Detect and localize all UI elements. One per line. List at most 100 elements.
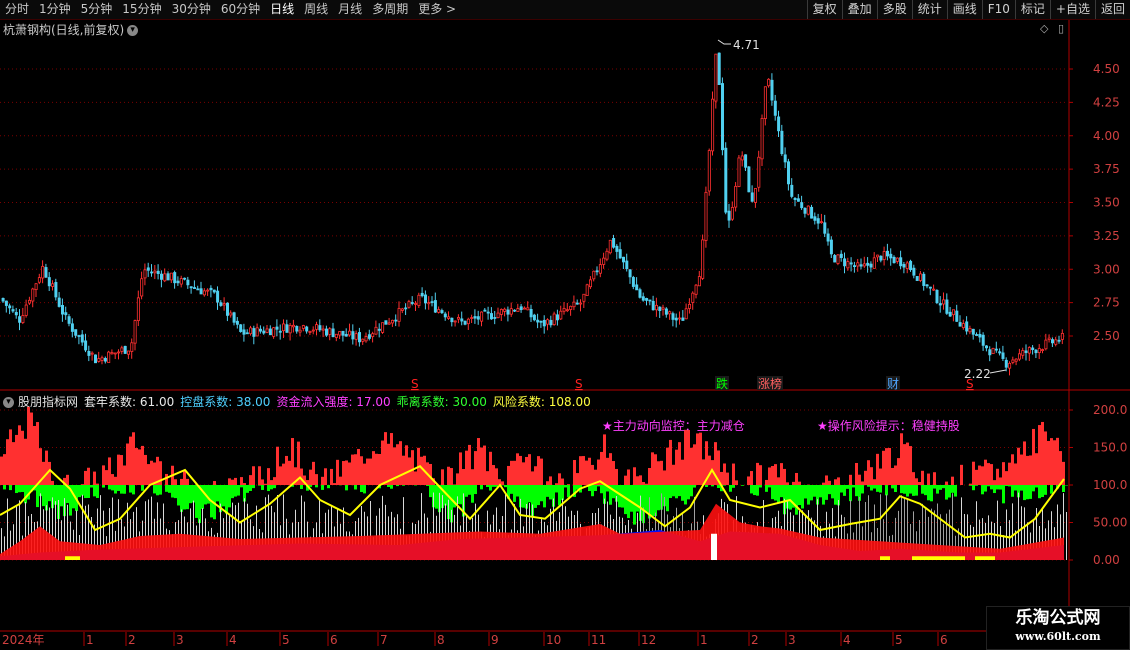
- deviation-bar-green: [237, 485, 240, 496]
- candle-body: [44, 267, 48, 278]
- risk-bar-red: [450, 468, 453, 485]
- deviation-bar-green: [561, 485, 564, 501]
- candle-body: [21, 315, 25, 323]
- deviation-bar-green: [705, 485, 708, 487]
- candle-body: [925, 284, 929, 287]
- deviation-bar-green: [387, 485, 390, 487]
- risk-bar-red: [525, 456, 528, 485]
- candle-body: [823, 222, 827, 234]
- deviation-bar-green: [771, 485, 774, 500]
- risk-bar-red: [258, 466, 261, 485]
- candle-body: [968, 328, 972, 333]
- deviation-bar-green: [906, 485, 909, 497]
- price-tick-label: 3.00: [1093, 262, 1120, 276]
- candle-body: [1054, 339, 1058, 345]
- candle-body: [955, 310, 959, 322]
- candle-body: [268, 328, 272, 336]
- deviation-bar-green: [969, 485, 972, 486]
- candle-body: [447, 316, 451, 319]
- candle-body: [664, 308, 668, 315]
- deviation-bar-green: [876, 485, 879, 492]
- risk-bar-red: [870, 467, 873, 485]
- risk-bar-red: [186, 478, 189, 485]
- candle-body: [166, 273, 170, 281]
- deviation-bar-green: [15, 485, 18, 494]
- risk-bar-red: [165, 473, 168, 485]
- risk-bar-red: [987, 463, 990, 485]
- deviation-bar-green: [753, 485, 756, 496]
- risk-bar-red: [567, 484, 570, 485]
- candle-body: [381, 322, 385, 333]
- risk-bar-red: [420, 456, 423, 485]
- candle-body: [902, 264, 906, 268]
- risk-bar-red: [528, 454, 531, 485]
- candle-body: [371, 333, 375, 338]
- risk-bar-red: [660, 460, 663, 485]
- candle-body: [833, 255, 837, 263]
- kline-chart[interactable]: 4.50 4.25 4.00 3.75 3.50 3.25 3.00 2.75 2.50 200.…: [0, 0, 1130, 650]
- deviation-bar-green: [1029, 485, 1032, 499]
- candle-body: [981, 334, 985, 346]
- candle-body: [928, 286, 932, 289]
- candle-body: [18, 316, 22, 323]
- candle-body: [486, 311, 490, 314]
- candle-body: [1008, 362, 1012, 369]
- candle-body: [631, 277, 635, 287]
- risk-bar-red: [951, 476, 954, 485]
- deviation-bar-green: [813, 485, 816, 497]
- deviation-bar-green: [129, 485, 132, 493]
- deviation-bar-green: [930, 485, 933, 502]
- risk-bar-red: [798, 481, 801, 485]
- price-tick-label: 3.25: [1093, 229, 1120, 243]
- deviation-bar-green: [315, 485, 318, 488]
- risk-bar-red: [81, 484, 84, 485]
- candle-body: [536, 319, 540, 323]
- risk-bar-red: [285, 455, 288, 485]
- candle-body: [1, 297, 5, 302]
- candle-body: [480, 311, 484, 322]
- candle-body: [645, 298, 649, 301]
- risk-bar-red: [519, 455, 522, 485]
- candle-body: [100, 357, 104, 361]
- risk-bar-red: [288, 460, 291, 485]
- candle-body: [351, 331, 355, 340]
- candle-body: [694, 284, 698, 295]
- risk-bar-red: [837, 477, 840, 485]
- deviation-bar-green: [843, 485, 846, 496]
- deviation-bar-green: [195, 485, 198, 518]
- deviation-bar-green: [267, 485, 270, 492]
- yellow-mark: [912, 556, 965, 560]
- deviation-bar-green: [435, 485, 438, 509]
- risk-bar-red: [501, 481, 504, 485]
- candle-body: [714, 53, 718, 102]
- candle-body: [84, 340, 88, 351]
- candle-body: [8, 305, 12, 309]
- candle-body: [559, 310, 563, 320]
- deviation-bar-green: [60, 485, 63, 507]
- risk-bar-red: [627, 469, 630, 485]
- risk-bar-red: [138, 449, 141, 485]
- risk-bar-red: [885, 448, 888, 485]
- risk-bar-red: [774, 464, 777, 485]
- candle-body: [859, 264, 863, 267]
- risk-bar-red: [984, 459, 987, 485]
- deviation-bar-green: [108, 485, 111, 490]
- candle-body: [37, 277, 41, 283]
- price-tick-label: 3.75: [1093, 162, 1120, 176]
- risk-bar-red: [447, 466, 450, 485]
- candle-body: [948, 311, 952, 317]
- risk-bar-red: [405, 445, 408, 485]
- risk-bar-red: [825, 475, 828, 485]
- deviation-bar-green: [546, 485, 549, 497]
- candle-body: [605, 250, 609, 260]
- risk-bar-red: [876, 453, 879, 485]
- candle-body: [394, 319, 398, 322]
- candle-body: [793, 198, 797, 200]
- deviation-bar-green: [825, 485, 828, 500]
- deviation-bar-green: [42, 485, 45, 507]
- candle-body: [127, 350, 131, 355]
- candlestick-group: [1, 52, 1064, 376]
- candle-body: [47, 277, 51, 287]
- risk-bar-red: [105, 470, 108, 485]
- candle-body: [849, 262, 853, 265]
